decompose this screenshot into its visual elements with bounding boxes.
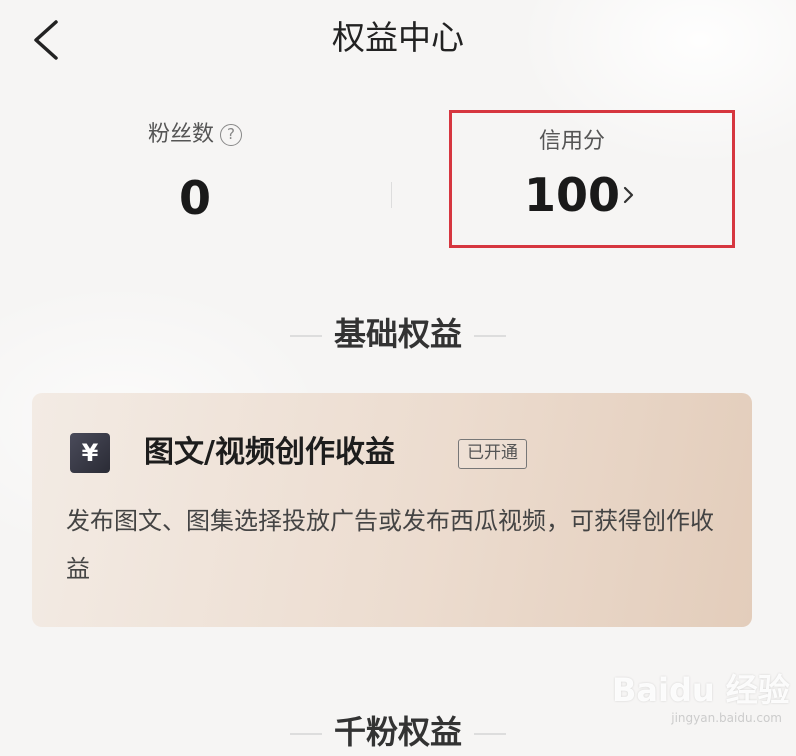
benefit-description: 发布图文、图集选择投放广告或发布西瓜视频，可获得创作收益 [66,507,714,583]
watermark-logo: Baidu 经验 [612,671,790,709]
benefit-title: 图文/视频创作收益 [144,435,395,470]
stats-divider [391,182,392,208]
divider-line [289,335,322,337]
baidu-jingyan-watermark: Baidu 经验 jingyan.baidu.com [612,670,792,750]
chevron-right-icon [623,186,634,204]
fans-label-row: 粉丝数 ? [148,120,242,150]
help-icon[interactable]: ? [220,124,242,146]
fans-label: 粉丝数 [147,122,214,147]
status-badge: 已开通 [458,439,527,469]
credit-score: 100 [523,168,621,222]
divider-line [474,733,506,735]
yuan-icon: ¥ [70,433,110,473]
credit-score-stat[interactable]: 信用分 100 [449,110,735,248]
section-thousand-label: 千粉权益 [333,713,462,751]
benefit-card-creation-income[interactable]: ¥ 图文/视频创作收益 已开通 发布图文、图集选择投放广告或发布西瓜视频，可获得… [32,393,752,627]
fans-count: 0 [178,171,211,225]
fans-stat: 粉丝数 ? 0 [90,120,300,228]
watermark-url: jingyan.baidu.com [671,711,782,725]
credit-label: 信用分 [538,129,605,154]
section-basic-label: 基础权益 [333,315,462,353]
divider-line [289,733,322,735]
stats-panel: 粉丝数 ? 0 信用分 100 [0,110,796,250]
page-title: 权益中心 [332,18,464,57]
navigation-bar: 权益中心 [0,0,796,80]
section-title-basic: 基础权益 [0,314,796,354]
divider-line [474,335,506,337]
